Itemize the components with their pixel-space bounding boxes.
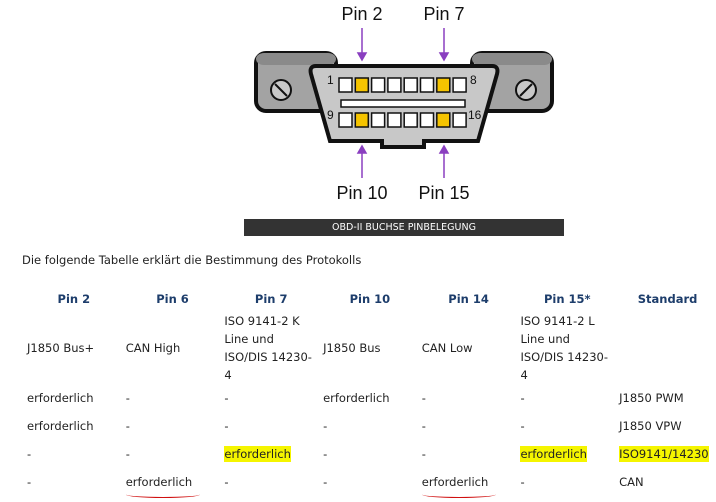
table-row: erforderlich - - erforderlich - - J1850 … bbox=[22, 384, 716, 412]
cell: - bbox=[520, 475, 525, 489]
highlighted-cell: erforderlich bbox=[520, 446, 587, 462]
header-standard: Standard bbox=[637, 292, 698, 306]
cell: CAN High bbox=[125, 341, 181, 355]
cell: - bbox=[421, 391, 426, 405]
label-pin-2: Pin 2 bbox=[341, 4, 382, 24]
pin-socket bbox=[338, 112, 353, 128]
pin-number-9: 9 bbox=[327, 108, 334, 122]
pin-socket bbox=[436, 112, 451, 128]
cell: ISO 9141-2 K Line und ISO/DIS 14230-4 bbox=[224, 314, 312, 382]
label-pin-15: Pin 15 bbox=[418, 183, 469, 203]
header-pin-2: Pin 2 bbox=[57, 292, 91, 306]
header-pin-7: Pin 7 bbox=[254, 292, 288, 306]
image-caption: OBD-II BUCHSE PINBELEGUNG bbox=[244, 219, 564, 236]
underlined-cell: erforderlich bbox=[421, 475, 489, 489]
cell: erforderlich bbox=[27, 391, 94, 405]
key-slot bbox=[340, 99, 466, 108]
pin-socket bbox=[370, 112, 386, 128]
table-header-row: Pin 2 Pin 6 Pin 7 Pin 10 Pin 14 Pin 15* … bbox=[22, 286, 716, 312]
cell: erforderlich bbox=[323, 391, 390, 405]
table-row: erforderlich - - - - - J1850 VPW bbox=[22, 412, 716, 440]
pin-socket bbox=[436, 77, 451, 93]
header-pin-14: Pin 14 bbox=[448, 292, 489, 306]
cell: - bbox=[27, 447, 32, 461]
table-row: - - erforderlich - - erforderlich ISO914… bbox=[22, 440, 716, 468]
cell: - bbox=[224, 475, 229, 489]
cell: ISO 9141-2 L Line und ISO/DIS 14230-4 bbox=[520, 314, 608, 382]
label-pin-7: Pin 7 bbox=[423, 4, 464, 24]
table-row: - erforderlich - - erforderlich - CAN bbox=[22, 468, 716, 496]
pin-number-16: 16 bbox=[468, 108, 482, 122]
cell: - bbox=[27, 475, 32, 489]
highlighted-cell: ISO9141/14230 bbox=[619, 446, 709, 462]
cell: - bbox=[224, 391, 229, 405]
cell: - bbox=[520, 419, 525, 433]
pin-socket bbox=[338, 77, 353, 93]
label-pin-10: Pin 10 bbox=[336, 183, 387, 203]
cell: erforderlich bbox=[27, 419, 94, 433]
header-pin-6: Pin 6 bbox=[156, 292, 189, 306]
cell: - bbox=[323, 419, 328, 433]
pin-socket bbox=[387, 112, 402, 128]
cell: - bbox=[421, 447, 426, 461]
cell: J1850 Bus+ bbox=[27, 341, 95, 355]
cell: J1850 Bus bbox=[323, 341, 381, 355]
pin-socket bbox=[452, 112, 467, 128]
cell: J1850 PWM bbox=[619, 391, 684, 405]
pin-number-1: 1 bbox=[327, 73, 334, 87]
pin-socket bbox=[354, 77, 370, 93]
pin-socket bbox=[403, 77, 418, 93]
cell: - bbox=[520, 391, 525, 405]
pin-socket bbox=[387, 77, 402, 93]
pin-socket bbox=[419, 77, 435, 93]
cell: - bbox=[125, 447, 130, 461]
underlined-cell: erforderlich bbox=[125, 475, 193, 489]
cell bbox=[614, 312, 716, 384]
pin-socket bbox=[370, 77, 386, 93]
pin-socket bbox=[419, 112, 435, 128]
protocol-table: Pin 2 Pin 6 Pin 7 Pin 10 Pin 14 Pin 15* … bbox=[22, 286, 716, 496]
table-row-description: J1850 Bus+ CAN High ISO 9141-2 K Line un… bbox=[22, 312, 716, 384]
cell: - bbox=[323, 447, 328, 461]
cell: - bbox=[125, 391, 130, 405]
pin-socket bbox=[452, 77, 467, 93]
cell: - bbox=[224, 419, 229, 433]
cell: CAN bbox=[619, 475, 644, 489]
obd-connector-diagram: 1 8 9 16 Pin 2 Pin 7 Pin 10 Pin 15 bbox=[254, 4, 554, 203]
cell: - bbox=[125, 419, 130, 433]
header-pin-10: Pin 10 bbox=[349, 292, 391, 306]
pin-socket bbox=[354, 112, 370, 128]
header-pin-15: Pin 15* bbox=[543, 292, 591, 306]
cell: - bbox=[421, 419, 426, 433]
cell: - bbox=[323, 475, 328, 489]
highlighted-cell: erforderlich bbox=[224, 446, 291, 462]
cell: CAN Low bbox=[421, 341, 473, 355]
intro-text: Die folgende Tabelle erklärt die Bestimm… bbox=[22, 253, 362, 267]
pin-socket bbox=[403, 112, 418, 128]
cell: J1850 VPW bbox=[619, 419, 682, 433]
pin-number-8: 8 bbox=[470, 73, 477, 87]
